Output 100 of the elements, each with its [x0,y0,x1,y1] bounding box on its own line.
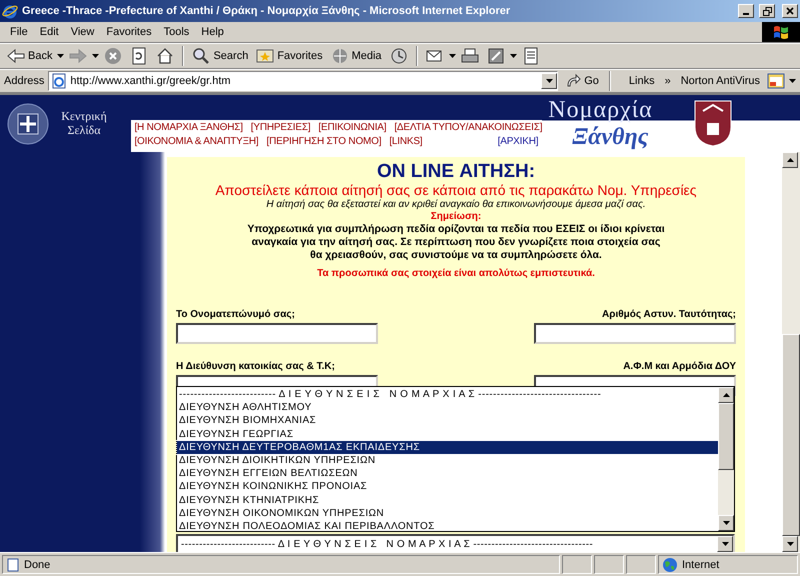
page-icon [6,558,20,572]
banner-subtitle: Ξάνθης [572,125,648,149]
list-option[interactable]: ΔΙΕΥΘΥΝΣΗ ΔΙΟΙΚΗΤΙΚΩΝ ΥΠΗΡΕΣΙΩΝ [177,454,718,468]
search-icon [192,47,210,65]
go-button[interactable]: Go [562,72,602,90]
field-label: Το Ονοματεπώνυμό σας; [176,309,296,320]
list-option[interactable]: ΔΙΕΥΘΥΝΣΗ ΟΙΚΟΝΟΜΙΚΩΝ ΥΠΗΡΕΣΙΩΝ [177,506,718,520]
close-icon [786,7,794,15]
minimize-button[interactable] [738,4,754,18]
caret-icon [510,54,517,58]
close-button[interactable] [782,4,798,18]
caret-icon [722,542,728,546]
links-button[interactable]: Links [626,74,658,88]
list-option[interactable]: ΔΙΕΥΘΥΝΣΗ ΚΤΗΝΙΑΤΡΙΚΗΣ [177,494,718,507]
status-panel [562,555,592,574]
status-text: Done [2,555,560,574]
form-title: ON LINE ΑΙΤΗΣΗ: [376,162,536,182]
form-subtitle: Αποστείλετε κάποια αίτησή σας σε κάποια από τις παρακάτω Νομ. Υπηρεσίες [215,182,697,199]
scroll-up-button[interactable] [782,152,798,168]
caret-icon [546,79,553,83]
print-icon [460,47,479,65]
page-icon [51,73,68,89]
privacy-note: Τα προσωπικά σας στοιχεία είναι απολύτως εμπιστευτικά. [317,268,595,279]
page-scrollbar[interactable] [782,152,800,552]
caret-icon [57,54,64,58]
search-button[interactable]: Search [189,46,252,66]
nav-link[interactable]: [ΥΠΗΡΕΣΙΕΣ] [250,122,310,133]
browser-icon [2,3,18,19]
menu-item[interactable]: View [64,24,100,40]
media-icon [330,47,349,65]
menu-item[interactable]: Help [195,24,230,40]
dropdown-button[interactable] [541,73,558,89]
caret-icon [722,521,730,525]
menu-item[interactable]: Edit [34,24,65,40]
edit-icon [486,47,505,65]
favorites-button[interactable]: Favorites [253,46,326,66]
forward-arrow-icon [69,48,88,64]
scroll-up-button[interactable] [718,387,734,403]
list-option[interactable]: ΔΙΕΥΘΥΝΣΗ ΑΘΛΗΤΙΣΜΟΥ [177,401,718,414]
list-option[interactable]: ΔΙΕΥΘΥΝΣΗ ΚΟΙΝΩΝΙΚΗΣ ΠΡΟΝΟΙΑΣ [177,480,718,494]
input-field[interactable] [176,323,378,344]
scroll-down-button[interactable] [782,536,798,552]
caret-icon [722,393,730,397]
zone-indicator: Internet [658,555,798,574]
home-icon [156,47,174,65]
caret-icon [789,79,796,83]
refresh-icon [130,47,148,65]
menu-item[interactable]: File [4,24,34,40]
nav-link[interactable]: [ΠΕΡΙΗΓΗΣΗ ΣΤΟ ΝΟΜΟ] [266,136,382,147]
list-option[interactable]: ΔΙΕΥΘΥΝΣΗ ΠΟΛΕΟΔΟΜΙΑΣ ΚΑΙ ΠΕΡΙΒΑΛΛΟΝΤΟΣ [177,520,718,534]
note-text: Υποχρεωτικά για συμπλήρωση πεδία ορίζονται τα πεδία που ΕΣΕΙΣ οι ίδιοι κρίνεται αναγκαία για την αίτησή σας. Σε περίπτωση που δεν γνωρίζετε ποια στοιχεία σας θα χρειασθούν, σας συνιστούμε να τα συμπληρώσετε όλα. [246,223,666,262]
window-title: Greece -Thrace -Prefecture of Xanthi / Θράκη - Νομαρχία Ξάνθης - Microsoft Internet Explorer [22,5,512,17]
address-field[interactable]: http://www.xanthi.gr/greek/gr.htm [48,71,558,91]
field-label: Η Διεύθυνση κατοικίας σας & Τ.Κ; [176,361,336,372]
select-field[interactable]: -------------------------- Δ Ι Ε Υ Θ Υ Ν Σ Ε Ι Σ Ν Ο Μ Α Ρ Χ Ι Α Σ --------------------------------- [176,534,735,552]
intro-text: Η αίτησή σας θα εξεταστεί και αν κριθεί αναγκαίο θα επικοινωνήσουμε άμεσα μαζί σας. [266,199,646,211]
banner-title: Νομαρχία [548,96,653,125]
restore-icon [762,6,772,16]
nav-link[interactable]: [ΟΙΚΟΝΟΜΙΑ & ΑΝΑΠΤΥΞΗ] [134,136,258,147]
caret-icon [786,542,794,546]
nav-link[interactable]: [LINKS] [389,136,422,147]
menu-item[interactable]: Tools [158,24,196,40]
media-button[interactable]: Media [328,46,385,66]
field-label: Αριθμός Αστυν. Ταυτότητας; [602,309,736,320]
nav-link[interactable]: [ΕΠΙΚΟΙΝΩΝΙΑ] [318,122,386,133]
list-option[interactable]: ΔΙΕΥΘΥΝΣΗ ΔΕΥΤΕΡΟΒΑΘΜ1ΑΣ ΕΚΠΑΙΔΕΥΣΗΣ [177,440,718,454]
list-option[interactable]: ΔΙΕΥΘΥΝΣΗ ΒΙΟΜΗΧΑΝΙΑΣ [177,414,718,428]
note-heading: Σημείωση: [430,211,482,223]
address-label: Address [4,75,44,87]
crest-icon [6,102,50,146]
input-field[interactable] [534,323,736,344]
back-button[interactable]: Back [4,47,56,65]
caret-icon [448,54,456,58]
norton-antivirus-button[interactable]: Norton AntiVirus [678,74,763,88]
history-icon [390,47,408,65]
flag-logo-icon [762,22,800,42]
restore-button[interactable] [759,4,775,18]
list-option[interactable]: ΔΙΕΥΘΥΝΣΗ ΕΓΓΕΙΩΝ ΒΕΛΤΙΩΣΕΩΝ [177,467,718,480]
back-arrow-icon [7,48,25,64]
shield-icon [692,99,733,147]
scroll-down-button[interactable] [718,515,734,531]
home-link[interactable]: Κεντρική Σελίδα [54,110,114,137]
scrollbar[interactable] [718,387,734,531]
nav-link[interactable]: [ΔΕΛΤΙΑ ΤΥΠΟΥ/ΑΝΑΚΟΙΝΩΣΕΙΣ] [394,122,542,133]
status-panel [594,555,624,574]
status-panel [626,555,656,574]
discuss-icon [522,47,540,65]
nav-link[interactable]: [ΑΡΧΙΚΗ] [498,136,538,147]
caret-icon [92,54,100,58]
caret-icon [786,158,794,162]
stop-icon [104,47,122,65]
field-label: Α.Φ.Μ και Αρμόδια ΔΟΥ [623,361,736,372]
window-icon [767,73,785,89]
list-option[interactable]: -------------------------- Δ Ι Ε Υ Θ Υ Ν Σ Ε Ι Σ Ν Ο Μ Α Ρ Χ Ι Α Σ --------------------------------- [177,388,718,402]
chevron-button[interactable]: » [662,74,674,88]
globe-icon [662,556,678,572]
menu-item[interactable]: Favorites [100,24,158,40]
nav-link[interactable]: [Η ΝΟΜΑΡΧΙΑ ΞΑΝΘΗΣ] [134,122,243,133]
go-arrow-icon [565,73,582,89]
list-option[interactable]: ΔΙΕΥΘΥΝΣΗ ΓΕΩΡΓΙΑΣ [177,428,718,441]
